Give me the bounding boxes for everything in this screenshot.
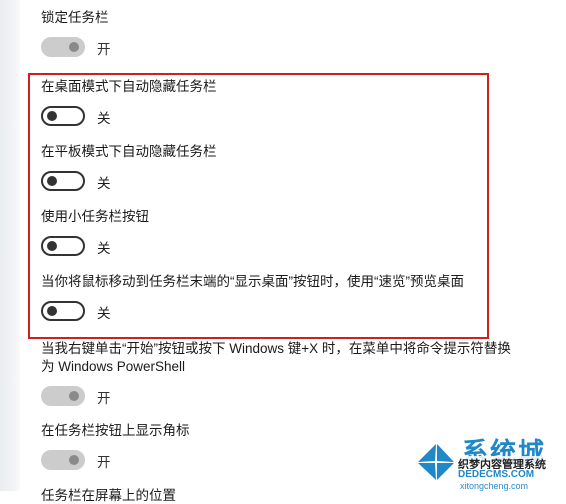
lock-taskbar-toggle[interactable] [41, 37, 85, 57]
toggle-state-text: 开 [97, 455, 111, 470]
setting-label: 在任务栏按钮上显示角标 [41, 423, 190, 438]
watermark: 系统城 织梦内容管理系统 DEDECMS.COM xitongcheng.com [408, 430, 566, 491]
setting-powershell: 当我右键单击“开始”按钮或按下 Windows 键+X 时，在菜单中将命令提示符… [41, 340, 511, 408]
powershell-toggle[interactable] [41, 386, 85, 406]
watermark-url: xitongcheng.com [460, 481, 529, 491]
toggle-knob [69, 42, 79, 52]
toggle-state-text: 开 [97, 42, 111, 57]
toggle-knob [69, 391, 79, 401]
toggle-row: 开 [41, 450, 190, 472]
highlight-box [28, 73, 489, 339]
windows-logo-icon [414, 440, 458, 484]
taskbar-position-heading: 任务栏在屏幕上的位置 [41, 488, 176, 503]
setting-lock-taskbar: 锁定任务栏 开 [41, 9, 111, 59]
badges-toggle[interactable] [41, 450, 85, 470]
toggle-state-text: 开 [97, 391, 111, 406]
watermark-text-2: DEDECMS.COM [456, 469, 537, 480]
toggle-knob [69, 455, 79, 465]
toggle-row: 开 [41, 386, 511, 408]
setting-badges: 在任务栏按钮上显示角标 开 [41, 422, 190, 472]
setting-label: 锁定任务栏 [41, 10, 109, 25]
toggle-row: 开 [41, 37, 111, 59]
setting-label: 当我右键单击“开始”按钮或按下 Windows 键+X 时，在菜单中将命令提示符… [41, 341, 511, 374]
